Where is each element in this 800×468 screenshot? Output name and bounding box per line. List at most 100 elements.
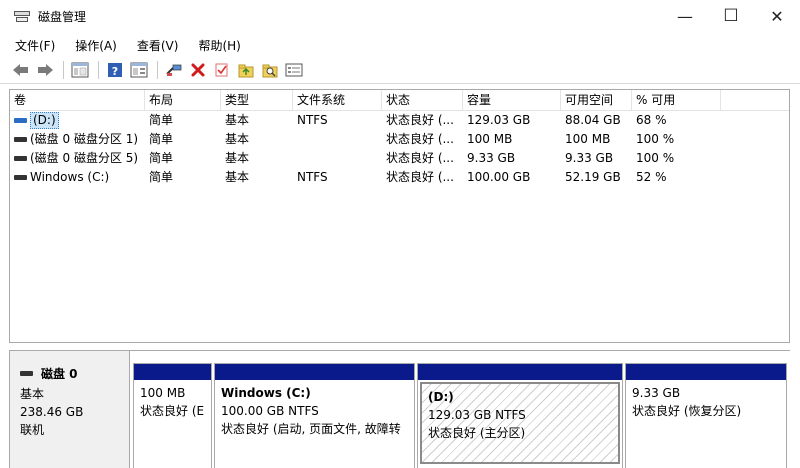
- partition-name: Windows (C:): [221, 386, 311, 400]
- disk-type: 基本: [20, 387, 45, 401]
- partition-recovery[interactable]: 9.33 GB 状态良好 (恢复分区): [625, 363, 787, 468]
- partition-size: 9.33 GB: [632, 386, 681, 400]
- help-icon[interactable]: ?: [104, 59, 126, 81]
- back-icon[interactable]: [10, 59, 32, 81]
- column-header-capacity[interactable]: 容量: [463, 90, 561, 111]
- free-space-cell: 100 MB: [565, 132, 611, 146]
- title-bar: 磁盘管理 — ☐ ✕: [0, 0, 800, 32]
- percent-free-cell: 68 %: [636, 113, 667, 127]
- column-header-filesystem[interactable]: 文件系统: [293, 90, 382, 111]
- volume-name[interactable]: (磁盘 0 磁盘分区 5): [30, 149, 138, 168]
- menu-file[interactable]: 文件(F): [12, 35, 58, 56]
- capacity-cell: 100.00 GB: [467, 170, 531, 184]
- partition-status: 状态良好 (主分区): [428, 426, 526, 440]
- type-cell: 基本: [225, 113, 250, 127]
- partition-name: (D:): [428, 390, 454, 404]
- disk-size: 238.46 GB: [20, 405, 84, 419]
- type-cell: 基本: [225, 132, 250, 146]
- column-header-percent-free[interactable]: % 可用: [632, 90, 721, 111]
- layout-cell: 简单: [149, 170, 174, 184]
- partition-bar: [626, 364, 786, 380]
- partition-bar: [418, 364, 622, 380]
- forward-icon[interactable]: [34, 59, 56, 81]
- filesystem-cell: NTFS: [297, 170, 328, 184]
- status-cell: 状态良好 (...: [386, 170, 454, 184]
- disk-name: 磁盘 0: [41, 367, 78, 381]
- volume-icon: [14, 156, 27, 161]
- disk-info-panel[interactable]: 磁盘 0 基本 238.46 GB 联机: [10, 351, 130, 468]
- partition-bar: [215, 364, 414, 380]
- disk-state: 联机: [20, 423, 45, 437]
- capacity-cell: 129.03 GB: [467, 113, 531, 127]
- filesystem-cell: [293, 130, 382, 149]
- menu-bar: 文件(F) 操作(A) 查看(V) 帮助(H): [0, 34, 800, 56]
- table-row[interactable]: (磁盘 0 磁盘分区 5) 简单 基本 状态良好 (... 9.33 GB 9.…: [10, 149, 789, 168]
- menu-view[interactable]: 查看(V): [134, 35, 182, 56]
- percent-free-cell: 52 %: [636, 170, 667, 184]
- connect-icon[interactable]: [163, 59, 185, 81]
- svg-text:?: ?: [112, 65, 118, 78]
- delete-icon[interactable]: [187, 59, 209, 81]
- capacity-cell: 9.33 GB: [467, 151, 516, 165]
- table-row[interactable]: (D:) 简单 基本 NTFS 状态良好 (... 129.03 GB 88.0…: [10, 111, 789, 130]
- column-header-type[interactable]: 类型: [221, 90, 293, 111]
- capacity-cell: 100 MB: [467, 132, 513, 146]
- volume-list: 卷 布局 类型 文件系统 状态 容量 可用空间 % 可用 (D:) 简单 基本 …: [9, 89, 790, 343]
- layout-cell: 简单: [149, 132, 174, 146]
- partition-status: 状态良好 (启动, 页面文件, 故障转: [221, 422, 401, 436]
- volume-name[interactable]: Windows (C:): [30, 168, 109, 187]
- status-cell: 状态良好 (...: [386, 151, 454, 165]
- volume-icon: [14, 137, 27, 142]
- status-cell: 状态良好 (...: [386, 113, 454, 127]
- folder-up-icon[interactable]: [235, 59, 257, 81]
- partition-efi[interactable]: 100 MB 状态良好 (E: [133, 363, 212, 468]
- volume-name[interactable]: (D:): [30, 112, 59, 129]
- volume-icon: [14, 175, 27, 180]
- table-row[interactable]: Windows (C:) 简单 基本 NTFS 状态良好 (... 100.00…: [10, 168, 789, 187]
- partition-d[interactable]: (D:) 129.03 GB NTFS 状态良好 (主分区): [417, 363, 623, 468]
- disk-graph-pane: 磁盘 0 基本 238.46 GB 联机 100 MB 状态良好 (E Wind…: [9, 350, 790, 468]
- status-cell: 状态良好 (...: [386, 132, 454, 146]
- volume-icon: [14, 118, 27, 123]
- column-header-free-space[interactable]: 可用空间: [561, 90, 632, 111]
- partition-status: 状态良好 (恢复分区): [632, 404, 742, 418]
- check-icon[interactable]: [211, 59, 233, 81]
- column-header-layout[interactable]: 布局: [145, 90, 221, 111]
- minimize-button[interactable]: —: [662, 0, 708, 32]
- filesystem-cell: NTFS: [297, 113, 328, 127]
- list-header: 卷 布局 类型 文件系统 状态 容量 可用空间 % 可用: [10, 90, 789, 111]
- partition-size: 129.03 GB NTFS: [428, 408, 526, 422]
- free-space-cell: 88.04 GB: [565, 113, 621, 127]
- volume-name[interactable]: (磁盘 0 磁盘分区 1): [30, 130, 138, 149]
- disk-icon: [20, 371, 33, 376]
- maximize-button[interactable]: ☐: [708, 0, 754, 32]
- filesystem-cell: [293, 149, 382, 168]
- column-header-filler: [721, 90, 781, 111]
- partition-size: 100 MB: [140, 386, 186, 400]
- layout-cell: 简单: [149, 151, 174, 165]
- layout-cell: 简单: [149, 113, 174, 127]
- disk-management-icon: [14, 9, 30, 23]
- type-cell: 基本: [225, 151, 250, 165]
- toolbar: ?: [0, 57, 800, 84]
- console-tree-icon[interactable]: [69, 59, 91, 81]
- list-view-icon[interactable]: [283, 59, 305, 81]
- window-title: 磁盘管理: [38, 9, 87, 24]
- partition-status: 状态良好 (E: [140, 404, 205, 418]
- free-space-cell: 52.19 GB: [565, 170, 621, 184]
- percent-free-cell: 100 %: [636, 151, 675, 165]
- partition-windows-c[interactable]: Windows (C:) 100.00 GB NTFS 状态良好 (启动, 页面…: [214, 363, 415, 468]
- menu-help[interactable]: 帮助(H): [195, 35, 243, 56]
- close-button[interactable]: ✕: [754, 0, 800, 32]
- partition-size: 100.00 GB NTFS: [221, 404, 319, 418]
- search-folder-icon[interactable]: [259, 59, 281, 81]
- percent-free-cell: 100 %: [636, 132, 675, 146]
- menu-action[interactable]: 操作(A): [72, 35, 120, 56]
- partition-bar: [134, 364, 211, 380]
- table-row[interactable]: (磁盘 0 磁盘分区 1) 简单 基本 状态良好 (... 100 MB 100…: [10, 130, 789, 149]
- type-cell: 基本: [225, 170, 250, 184]
- column-header-volume[interactable]: 卷: [10, 90, 145, 111]
- column-header-status[interactable]: 状态: [382, 90, 463, 111]
- properties-icon[interactable]: [128, 59, 150, 81]
- free-space-cell: 9.33 GB: [565, 151, 614, 165]
